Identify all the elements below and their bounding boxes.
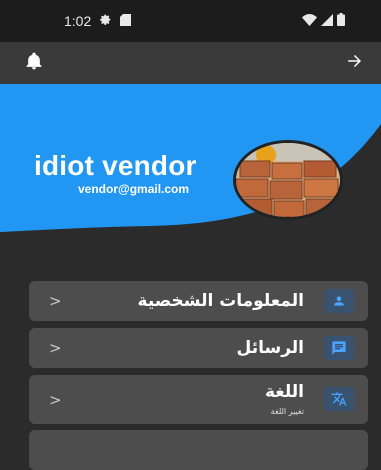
settings-icon <box>99 13 112 29</box>
chevron-icon: > <box>49 292 62 310</box>
chat-icon <box>324 336 354 360</box>
wifi-icon <box>302 13 317 29</box>
menu-item-label: اللغة <box>264 382 304 402</box>
menu-item-subtitle: تغيير اللغة <box>270 407 304 416</box>
status-right <box>302 13 345 29</box>
menu-item-language[interactable]: > اللغة تغيير اللغة <box>29 375 368 424</box>
user-name: idiot vendor <box>34 150 197 181</box>
status-time: 1:02 <box>64 13 92 29</box>
notifications-button[interactable] <box>22 51 46 75</box>
chevron-icon: > <box>49 339 62 357</box>
forward-button[interactable] <box>343 51 367 75</box>
user-email: vendor@gmail.com <box>78 182 190 196</box>
bell-icon <box>24 51 44 75</box>
menu-item-messages[interactable]: > الرسائل <box>29 328 368 368</box>
signal-icon <box>321 13 333 29</box>
menu-item-label: الرسائل <box>236 338 304 358</box>
app-bar <box>0 42 381 84</box>
status-bar: 1:02 <box>0 0 381 42</box>
status-left: 1:02 <box>64 13 132 29</box>
menu-item-personal-info[interactable]: > المعلومات الشخصية <box>29 281 368 321</box>
bricks-image <box>236 143 340 217</box>
menu-item-partial[interactable] <box>29 430 368 470</box>
translate-icon <box>324 387 354 411</box>
avatar[interactable] <box>233 140 343 220</box>
arrow-right-icon <box>346 52 364 74</box>
battery-icon <box>337 13 345 29</box>
person-icon <box>324 289 354 313</box>
menu-item-label: المعلومات الشخصية <box>137 291 304 311</box>
sd-card-icon <box>120 13 132 29</box>
chevron-icon: > <box>49 390 62 409</box>
